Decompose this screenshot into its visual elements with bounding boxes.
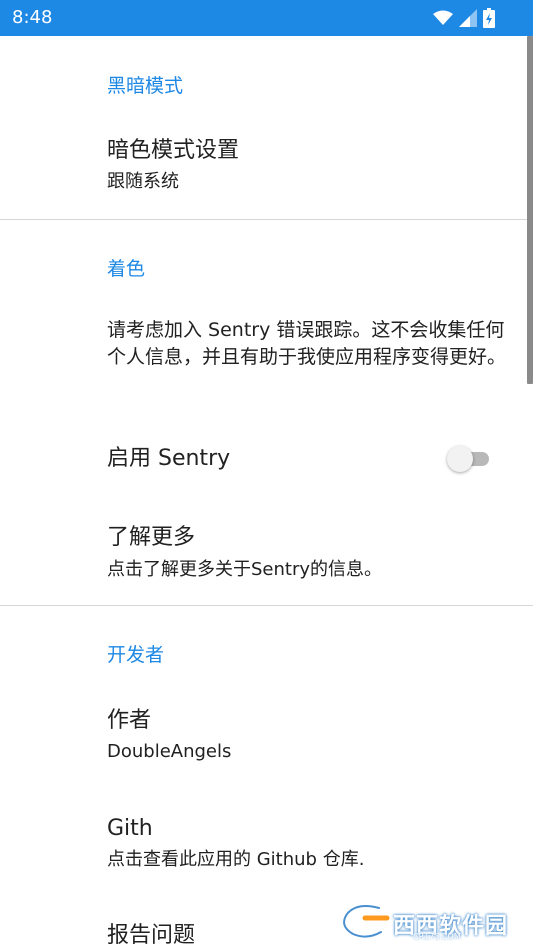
section-title-tint: 着色 xyxy=(107,258,146,280)
author-title: 作者 xyxy=(107,708,152,733)
dark-mode-setting-row[interactable] xyxy=(0,122,520,218)
report-issue-title: 报告问题 xyxy=(107,923,196,948)
sentry-notice-text: 请考虑加入 Sentry 错误跟踪。这不会收集任何个人信息，并且有助于我使应用程… xyxy=(107,319,507,368)
author-row[interactable] xyxy=(0,691,520,787)
enable-sentry-label: 启用 Sentry xyxy=(107,446,231,471)
status-icons xyxy=(433,8,495,28)
learn-more-summary: 点击了解更多关于Sentry的信息。 xyxy=(107,559,383,580)
learn-more-title: 了解更多 xyxy=(107,525,196,550)
enable-sentry-switch[interactable] xyxy=(447,444,493,474)
settings-list: 黑暗模式 暗色模式设置 跟随系统 着色 请考虑加入 Sentry 错误跟踪。这不… xyxy=(0,36,533,948)
scrollbar[interactable] xyxy=(527,36,533,384)
dark-mode-setting-summary: 跟随系统 xyxy=(107,171,179,192)
github-row[interactable] xyxy=(0,797,520,893)
watermark-subtext: CR173.COM xyxy=(413,932,461,941)
status-time: 8:48 xyxy=(12,7,53,28)
section-title-dark-mode: 黑暗模式 xyxy=(107,75,184,97)
signal-icon xyxy=(459,9,477,27)
settings-screen: 8:48 黑暗模式 暗色模式设置 跟随系统 着色 请考虑加入 Sentry 错误… xyxy=(0,0,533,948)
divider xyxy=(0,605,533,606)
watermark-logo: 西西软件园 CR173.COM xyxy=(335,900,515,942)
battery-charging-icon xyxy=(483,8,495,28)
section-title-developer: 开发者 xyxy=(107,644,165,666)
dark-mode-setting-title: 暗色模式设置 xyxy=(107,138,240,163)
github-summary: 点击查看此应用的 Github 仓库. xyxy=(107,849,365,870)
learn-more-row[interactable] xyxy=(0,506,520,602)
wifi-icon xyxy=(433,10,453,26)
enable-sentry-row[interactable] xyxy=(0,420,520,498)
github-title: Gith xyxy=(107,816,153,841)
switch-thumb xyxy=(447,446,473,472)
author-name: DoubleAngels xyxy=(107,741,232,762)
status-bar: 8:48 xyxy=(0,0,533,36)
divider xyxy=(0,219,533,220)
